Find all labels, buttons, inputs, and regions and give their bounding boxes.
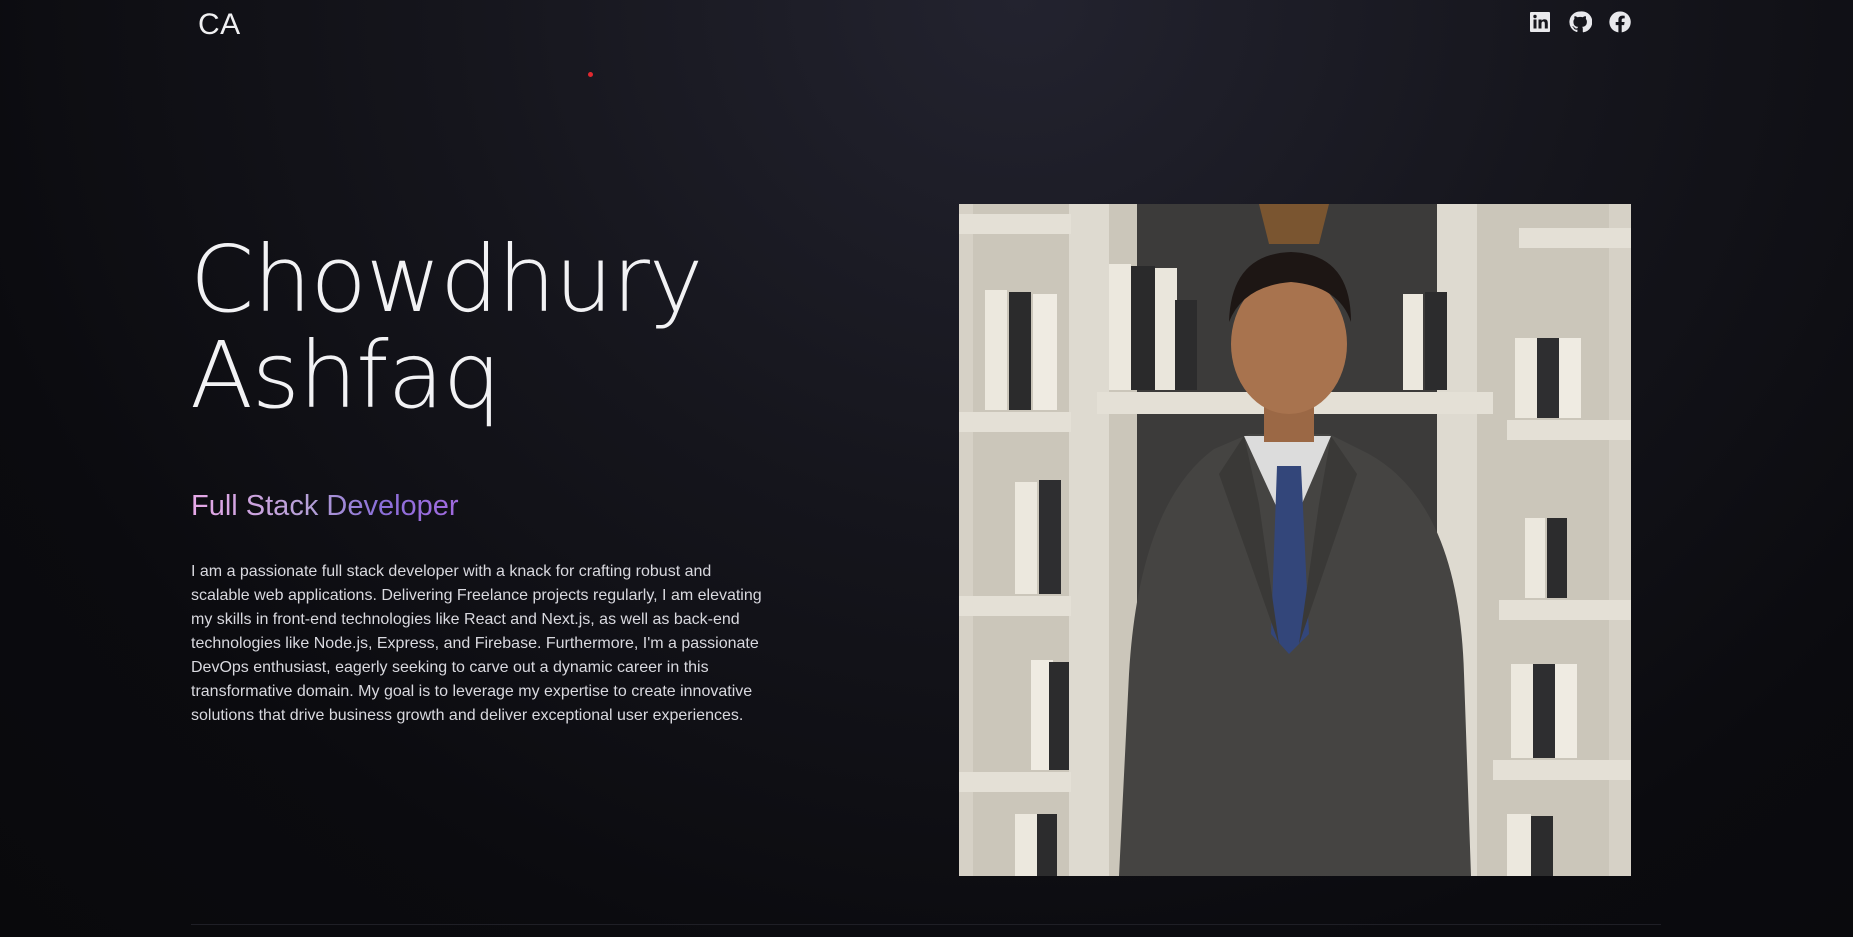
- linkedin-link[interactable]: [1528, 10, 1552, 34]
- hero-name: Chowdhury Ashfaq: [190, 226, 703, 429]
- section-divider: [191, 924, 1661, 925]
- role-title: Full Stack Developer: [191, 490, 459, 522]
- first-name: Chowdhury: [190, 226, 703, 333]
- bio-paragraph: I am a passionate full stack developer w…: [191, 563, 762, 724]
- facebook-link[interactable]: [1608, 10, 1632, 34]
- profile-photo: [959, 204, 1631, 876]
- portfolio-page: CA Chowdhury Ashfaq Full Stack Developer…: [0, 0, 1853, 937]
- cursor-dot: [588, 72, 593, 77]
- social-links: [1528, 10, 1632, 34]
- last-name: Ashfaq: [190, 322, 501, 429]
- profile-photo-illustration: [959, 204, 1631, 876]
- github-icon: [1569, 11, 1592, 33]
- linkedin-icon: [1530, 12, 1550, 32]
- facebook-icon: [1609, 11, 1631, 33]
- site-logo[interactable]: CA: [198, 8, 241, 42]
- github-link[interactable]: [1568, 10, 1592, 34]
